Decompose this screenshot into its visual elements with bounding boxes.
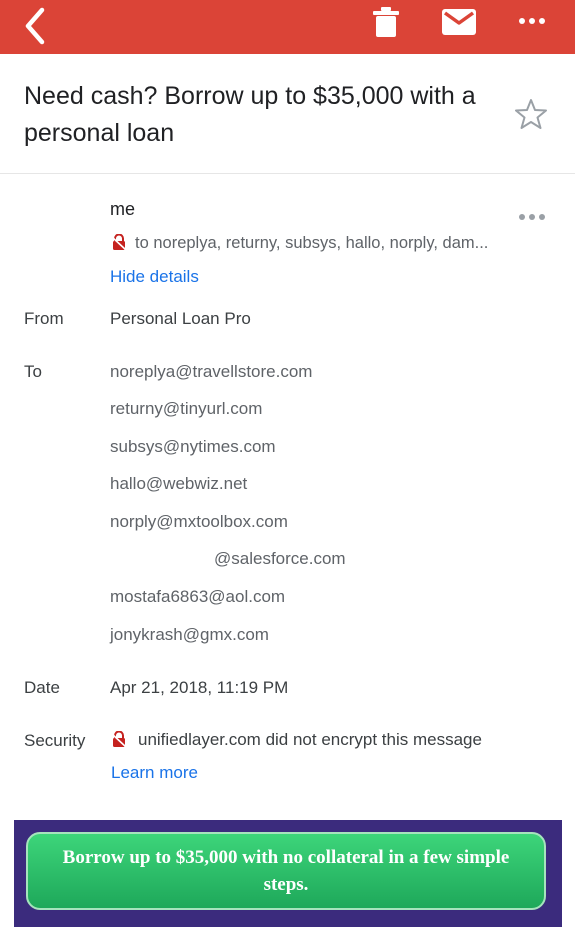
unencrypted-lock-icon (112, 234, 126, 251)
back-arrow-icon[interactable] (20, 6, 60, 46)
recipient-email[interactable]: jonykrash@gmx.com (110, 625, 269, 645)
more-dots-icon[interactable] (518, 14, 546, 28)
date-value: Apr 21, 2018, 11:19 PM (110, 678, 289, 697)
borrow-cta-button[interactable]: Borrow up to $35,000 with no collateral … (26, 832, 546, 910)
from-label: From (24, 309, 64, 328)
date-label: Date (24, 678, 60, 697)
recipient-email[interactable]: hallo@webwiz.net (110, 474, 247, 494)
more-dots-icon[interactable] (518, 210, 546, 224)
security-value: unifiedlayer.com did not encrypt this me… (138, 730, 482, 749)
recipient-email[interactable]: noreplya@travellstore.com (110, 362, 312, 382)
recipient-email[interactable]: returny@tinyurl.com (110, 399, 262, 419)
to-label: To (24, 362, 42, 381)
mail-icon[interactable] (442, 9, 476, 35)
divider (0, 173, 575, 174)
top-app-bar (0, 0, 575, 54)
sender-name: me (110, 199, 136, 219)
unencrypted-lock-icon (112, 731, 126, 748)
recipient-email[interactable]: norply@mxtoolbox.com (110, 512, 288, 532)
recipient-email[interactable]: @salesforce.com (214, 549, 346, 569)
learn-more-link[interactable]: Learn more (111, 763, 198, 783)
recipients-summary: to noreplya, returny, subsys, hallo, nor… (135, 234, 489, 252)
hide-details-link[interactable]: Hide details (110, 267, 199, 287)
star-icon[interactable] (515, 98, 547, 130)
from-value: Personal Loan Pro (110, 309, 251, 328)
email-subject: Need cash? Borrow up to $35,000 with a p… (24, 82, 476, 147)
recipient-email[interactable]: subsys@nytimes.com (110, 437, 276, 457)
recipient-email[interactable]: mostafa6863@aol.com (110, 587, 285, 607)
security-label: Security (24, 731, 86, 750)
trash-icon[interactable] (372, 6, 400, 38)
message-banner: Borrow up to $35,000 with no collateral … (14, 820, 562, 927)
